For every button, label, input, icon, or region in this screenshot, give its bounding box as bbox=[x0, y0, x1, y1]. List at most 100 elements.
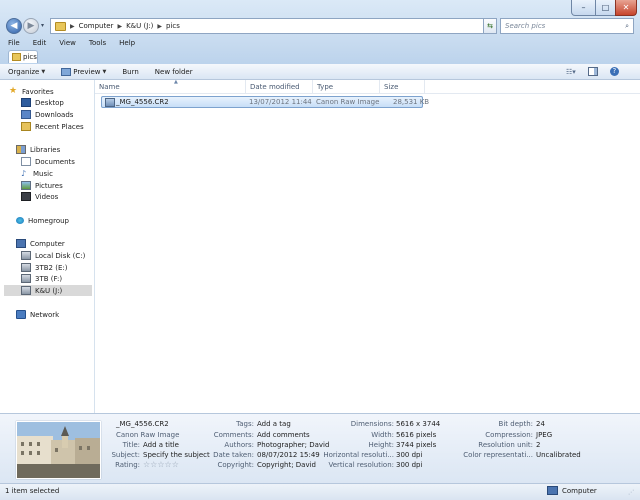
nav-network[interactable]: Network bbox=[16, 309, 110, 320]
nav-music-label: Music bbox=[33, 169, 53, 178]
tab-pics[interactable]: pics bbox=[8, 50, 38, 63]
organize-button[interactable]: Organize ▼ bbox=[0, 68, 53, 76]
nav-drive-e[interactable]: 3TB2 (E:) bbox=[21, 262, 115, 273]
back-button[interactable]: ◀ bbox=[6, 18, 22, 34]
detail-subject-value[interactable]: Specify the subject bbox=[143, 451, 210, 459]
menu-help[interactable]: Help bbox=[111, 39, 140, 47]
file-type: Canon Raw Image bbox=[316, 98, 380, 106]
rating-star-icon[interactable]: ☆ bbox=[157, 460, 164, 469]
status-item-count: 1 item selected bbox=[5, 487, 60, 495]
menu-edit[interactable]: Edit bbox=[25, 39, 52, 47]
detail-dimensions-label: Dimensions: bbox=[350, 420, 394, 428]
forward-arrow-icon: ▶ bbox=[27, 21, 35, 31]
nav-recent-places[interactable]: Recent Places bbox=[21, 121, 115, 132]
detail-width-label: Width: bbox=[371, 431, 394, 439]
menu-tools[interactable]: Tools bbox=[81, 39, 111, 47]
detail-copyright-value[interactable]: Copyright; David bbox=[257, 461, 316, 469]
image-thumbnail bbox=[16, 421, 101, 479]
preview-button[interactable]: Preview ▼ bbox=[53, 67, 114, 76]
search-input[interactable]: Search pics ⌕ bbox=[500, 18, 634, 34]
file-date-modified: 13/07/2012 11:44 bbox=[249, 98, 312, 106]
computer-icon bbox=[16, 239, 26, 248]
breadcrumb-separator-icon[interactable]: ▶ bbox=[156, 23, 163, 30]
nav-drive-j-label: K&U (J:) bbox=[35, 286, 63, 295]
view-options-icon[interactable]: ☷▾ bbox=[566, 68, 576, 76]
nav-pictures[interactable]: Pictures bbox=[21, 180, 115, 191]
column-name[interactable]: Name bbox=[95, 80, 246, 93]
recent-places-icon bbox=[21, 122, 31, 131]
detail-bit-depth-value: 24 bbox=[536, 420, 545, 428]
detail-title-value[interactable]: Add a title bbox=[143, 441, 179, 449]
rating-star-icon[interactable]: ☆ bbox=[165, 460, 172, 469]
libraries-icon bbox=[16, 145, 26, 154]
detail-tags-value[interactable]: Add a tag bbox=[257, 420, 291, 428]
nav-homegroup[interactable]: Homegroup bbox=[16, 215, 110, 226]
back-arrow-icon: ◀ bbox=[10, 21, 18, 31]
address-bar[interactable]: ▶ Computer ▶ K&U (J:) ▶ pics ▾ bbox=[50, 18, 494, 34]
table-row[interactable]: _MG_4556.CR2 13/07/2012 11:44 Canon Raw … bbox=[101, 96, 429, 108]
new-folder-button[interactable]: New folder bbox=[147, 68, 201, 76]
nav-computer[interactable]: Computer bbox=[16, 238, 110, 249]
preview-label: Preview bbox=[73, 67, 101, 76]
detail-authors-value[interactable]: Photographer; David bbox=[257, 441, 329, 449]
detail-horizontal-resolution-label: Horizontal resoluti... bbox=[323, 451, 394, 459]
detail-resolution-unit-label: Resolution unit: bbox=[478, 441, 533, 449]
status-bar: 1 item selected Computer ⋰ bbox=[0, 483, 640, 500]
refresh-button[interactable]: ⇆ bbox=[483, 18, 497, 34]
detail-height-value: 3744 pixels bbox=[396, 441, 437, 449]
menu-file[interactable]: File bbox=[0, 39, 25, 47]
detail-tags-label: Tags: bbox=[236, 420, 254, 428]
nav-homegroup-label: Homegroup bbox=[28, 216, 70, 225]
minimize-button[interactable]: – bbox=[571, 0, 596, 16]
rating-star-icon[interactable]: ☆ bbox=[172, 460, 179, 469]
detail-compression-value: JPEG bbox=[536, 431, 553, 439]
nav-drive-f[interactable]: 3TB (F:) bbox=[21, 273, 115, 284]
column-type[interactable]: Type bbox=[313, 80, 380, 93]
castle-photo-icon bbox=[17, 422, 100, 478]
breadcrumb-separator-icon[interactable]: ▶ bbox=[69, 23, 76, 30]
nav-videos[interactable]: Videos bbox=[21, 191, 115, 202]
nav-libraries[interactable]: Libraries bbox=[16, 144, 110, 155]
nav-computer-label: Computer bbox=[30, 239, 65, 248]
column-size[interactable]: Size bbox=[380, 80, 425, 93]
nav-downloads[interactable]: Downloads bbox=[21, 109, 115, 120]
nav-favorites[interactable]: ★ Favorites bbox=[9, 86, 103, 97]
nav-libraries-label: Libraries bbox=[30, 145, 61, 154]
column-date-modified[interactable]: Date modified bbox=[246, 80, 313, 93]
nav-drive-f-label: 3TB (F:) bbox=[35, 274, 63, 283]
maximize-button[interactable]: □ bbox=[595, 0, 616, 16]
documents-icon bbox=[21, 157, 31, 166]
detail-comments-value[interactable]: Add comments bbox=[257, 431, 310, 439]
detail-authors-label: Authors: bbox=[224, 441, 254, 449]
burn-button[interactable]: Burn bbox=[114, 68, 146, 76]
rating-stars[interactable]: ☆☆☆☆☆ bbox=[143, 460, 179, 469]
downloads-icon bbox=[21, 110, 31, 119]
command-bar: Organize ▼ Preview ▼ Burn New folder bbox=[0, 64, 640, 80]
forward-button[interactable]: ▶ bbox=[23, 18, 39, 34]
nav-documents[interactable]: Documents bbox=[21, 156, 115, 167]
help-icon[interactable]: ? bbox=[609, 67, 619, 76]
preview-pane-icon[interactable] bbox=[587, 67, 598, 76]
detail-date-taken-value[interactable]: 08/07/2012 15:49 bbox=[257, 451, 320, 459]
breadcrumb-drive[interactable]: K&U (J:) bbox=[123, 22, 156, 30]
recent-pages-dropdown[interactable]: ▾ bbox=[41, 22, 44, 29]
nav-music[interactable]: ♪ Music bbox=[21, 168, 115, 179]
breadcrumb-pics[interactable]: pics bbox=[163, 22, 183, 30]
detail-filetype: Canon Raw Image bbox=[116, 431, 180, 439]
videos-icon bbox=[21, 192, 31, 201]
close-button[interactable]: ✕ bbox=[615, 0, 637, 16]
nav-videos-label: Videos bbox=[35, 192, 59, 201]
detail-color-representation-value: Uncalibrated bbox=[536, 451, 581, 459]
nav-local-disk[interactable]: Local Disk (C:) bbox=[21, 250, 115, 261]
homegroup-icon bbox=[16, 217, 24, 224]
nav-drive-j[interactable]: K&U (J:) bbox=[4, 285, 92, 296]
breadcrumb-computer[interactable]: Computer bbox=[76, 22, 117, 30]
detail-dimensions-value: 5616 x 3744 bbox=[396, 420, 441, 428]
breadcrumb-separator-icon[interactable]: ▶ bbox=[116, 23, 123, 30]
status-location-label: Computer bbox=[562, 486, 597, 495]
detail-height-label: Height: bbox=[368, 441, 395, 449]
detail-color-representation-label: Color representati... bbox=[463, 451, 533, 459]
file-icon bbox=[105, 97, 115, 107]
resize-grip-icon[interactable]: ⋰ bbox=[628, 489, 634, 496]
menu-view[interactable]: View bbox=[51, 39, 81, 47]
